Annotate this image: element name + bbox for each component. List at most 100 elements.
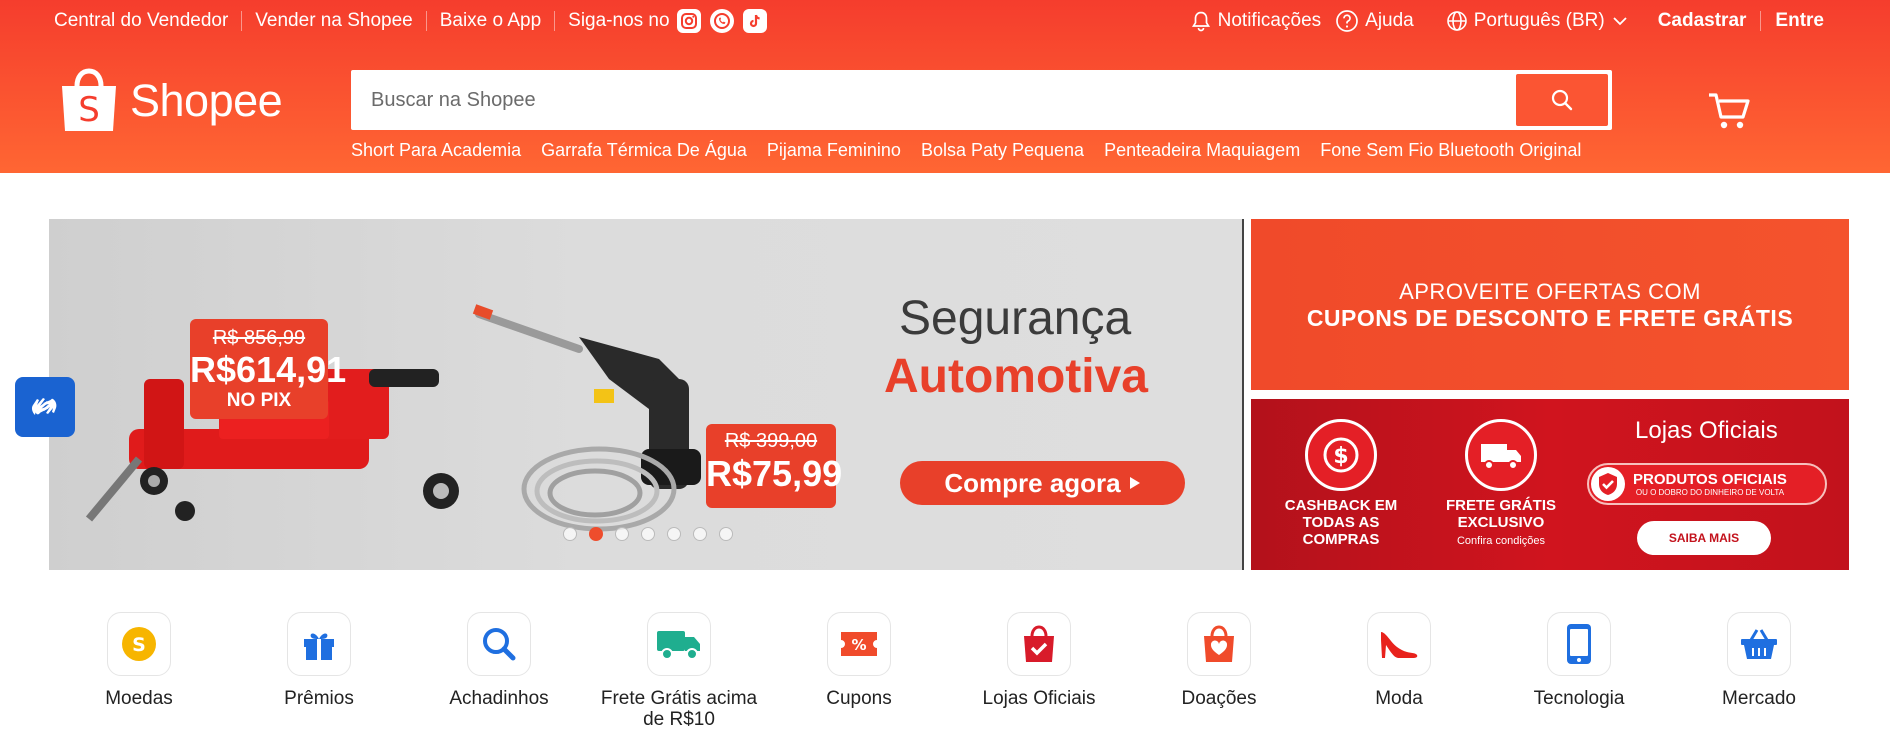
category-label: Tecnologia	[1533, 688, 1625, 709]
search-button[interactable]	[1516, 74, 1608, 126]
main-banner-carousel[interactable]: R$ 856,99 R$614,91 NO PIX R$ 399,00 R$75…	[49, 219, 1244, 570]
logo-text: Shopee	[130, 75, 283, 126]
carousel-dot[interactable]	[719, 527, 733, 541]
product1-new-price: R$614,91	[190, 349, 347, 390]
coupons-banner-line2: CUPONS DE DESCONTO E FRETE GRÁTIS	[1306, 305, 1794, 331]
category-label: Mercado	[1722, 688, 1796, 709]
basket-icon	[1727, 612, 1791, 676]
suggestion-link[interactable]: Garrafa Térmica De Água	[541, 140, 747, 161]
category-shortcuts: S Moedas Prêmios Achadinhos Frete Grátis…	[0, 612, 1890, 743]
svg-text:S: S	[132, 634, 146, 656]
tiktok-icon[interactable]	[742, 9, 767, 33]
category-item[interactable]: S Moedas	[49, 612, 229, 709]
category-label: Prêmios	[284, 688, 354, 709]
divider	[425, 11, 427, 31]
category-label: Achadinhos	[449, 688, 549, 709]
help-link[interactable]: Ajuda	[1335, 9, 1414, 33]
carousel-dot-active[interactable]	[589, 527, 603, 541]
suggestion-link[interactable]: Fone Sem Fio Bluetooth Original	[1320, 140, 1581, 161]
divider	[554, 11, 556, 31]
cashback-feature: $ CASHBACK EM TODAS AS COMPRAS	[1271, 419, 1411, 548]
help-label: Ajuda	[1365, 10, 1414, 31]
product1-old-price: R$ 856,99	[212, 327, 306, 349]
cashback-icon: $	[1305, 419, 1377, 491]
svg-text:$: $	[1333, 444, 1348, 469]
category-item[interactable]: % Cupons	[769, 612, 949, 709]
language-selector[interactable]: Português (BR)	[1446, 10, 1629, 32]
category-item[interactable]: Mercado	[1669, 612, 1849, 709]
shopee-logo[interactable]: S Shopee	[58, 66, 283, 136]
official-products-pill: PRODUTOS OFICIAIS OU O DOBRO DO DINHEIRO…	[1587, 463, 1827, 505]
official-bag-icon	[1007, 612, 1071, 676]
chevron-down-icon	[1613, 17, 1627, 26]
shop-now-label: Compre agora	[944, 467, 1121, 498]
play-triangle-icon	[1129, 477, 1140, 489]
category-item[interactable]: Lojas Oficiais	[949, 612, 1129, 709]
product2-price-tag: R$ 399,00 R$75,99	[706, 424, 842, 508]
category-item[interactable]: Frete Grátis acima de R$10	[589, 612, 769, 730]
suggestion-link[interactable]: Short Para Academia	[351, 140, 521, 161]
category-item[interactable]: Prêmios	[229, 612, 409, 709]
notifications-label: Notificações	[1217, 10, 1322, 31]
category-label: Moedas	[105, 688, 173, 709]
category-label: Moda	[1375, 688, 1423, 709]
magnifier-icon	[467, 612, 531, 676]
carousel-dot[interactable]	[693, 527, 707, 541]
official-products-subtitle: OU O DOBRO DO DINHEIRO DE VOLTA	[1635, 488, 1785, 497]
carousel-dot[interactable]	[563, 527, 577, 541]
heart-bag-icon	[1187, 612, 1251, 676]
category-item[interactable]: Doações	[1129, 612, 1309, 709]
accessibility-button[interactable]	[15, 377, 75, 437]
category-item[interactable]: Moda	[1309, 612, 1489, 709]
category-item[interactable]: Tecnologia	[1489, 612, 1669, 709]
help-icon	[1336, 10, 1358, 32]
top-navbar: Central do Vendedor Vender na Shopee Bai…	[0, 0, 1890, 42]
bell-icon	[1191, 11, 1210, 32]
whatsapp-icon[interactable]	[709, 9, 734, 33]
carousel-dot[interactable]	[641, 527, 655, 541]
carousel-dot[interactable]	[615, 527, 629, 541]
download-app-link[interactable]: Baixe o App	[440, 10, 541, 32]
smartphone-icon	[1547, 612, 1611, 676]
login-link[interactable]: Entre	[1775, 10, 1824, 32]
page: Central do Vendedor Vender na Shopee Bai…	[0, 0, 1890, 743]
svg-text:%: %	[851, 636, 866, 654]
instagram-icon[interactable]	[676, 9, 701, 33]
search-input[interactable]	[371, 70, 1541, 130]
carousel-dot[interactable]	[667, 527, 681, 541]
high-heel-icon	[1367, 612, 1431, 676]
divider	[241, 11, 243, 31]
sign-language-hands-icon	[31, 398, 57, 415]
sell-on-shopee-link[interactable]: Vender na Shopee	[255, 10, 412, 32]
suggestion-link[interactable]: Penteadeira Maquiagem	[1104, 140, 1300, 161]
search-icon	[1551, 89, 1573, 111]
official-stores-banner[interactable]: $ CASHBACK EM TODAS AS COMPRAS FRETE GRÁ…	[1251, 399, 1849, 570]
free-shipping-note: Confira condições	[1456, 535, 1546, 547]
suggestion-link[interactable]: Bolsa Paty Pequena	[921, 140, 1084, 161]
free-shipping-feature: FRETE GRÁTIS EXCLUSIVO Confira condições	[1436, 419, 1566, 550]
suggestion-link[interactable]: Pijama Feminino	[767, 140, 901, 161]
cashback-label: CASHBACK EM TODAS AS COMPRAS	[1284, 497, 1398, 548]
divider	[1760, 11, 1762, 31]
category-item[interactable]: Achadinhos	[409, 612, 589, 709]
learn-more-button[interactable]: SAIBA MAIS	[1637, 521, 1771, 555]
social-links	[676, 9, 767, 33]
shield-check-icon	[1591, 467, 1625, 501]
official-products-title: PRODUTOS OFICIAIS	[1633, 471, 1787, 488]
product2-old-price: R$ 399,00	[724, 430, 818, 452]
truck-icon	[647, 612, 711, 676]
free-shipping-line1: FRETE GRÁTIS	[1445, 497, 1556, 514]
svg-text:S: S	[78, 90, 100, 130]
signup-link[interactable]: Cadastrar	[1658, 10, 1747, 32]
shop-now-button[interactable]: Compre agora	[900, 461, 1185, 505]
cart-button[interactable]	[1707, 91, 1751, 136]
follow-us-label: Siga-nos no	[568, 10, 670, 31]
carousel-indicators	[563, 527, 733, 541]
coupons-banner[interactable]: APROVEITE OFERTAS COM CUPONS DE DESCONTO…	[1251, 219, 1849, 390]
coupon-icon: %	[827, 612, 891, 676]
notifications-link[interactable]: Notificações	[1190, 10, 1322, 32]
language-label: Português (BR)	[1473, 10, 1605, 31]
topbar-left: Central do Vendedor Vender na Shopee Bai…	[54, 0, 767, 42]
banner-title-line2: Automotiva	[884, 350, 1148, 403]
seller-center-link[interactable]: Central do Vendedor	[54, 10, 228, 32]
